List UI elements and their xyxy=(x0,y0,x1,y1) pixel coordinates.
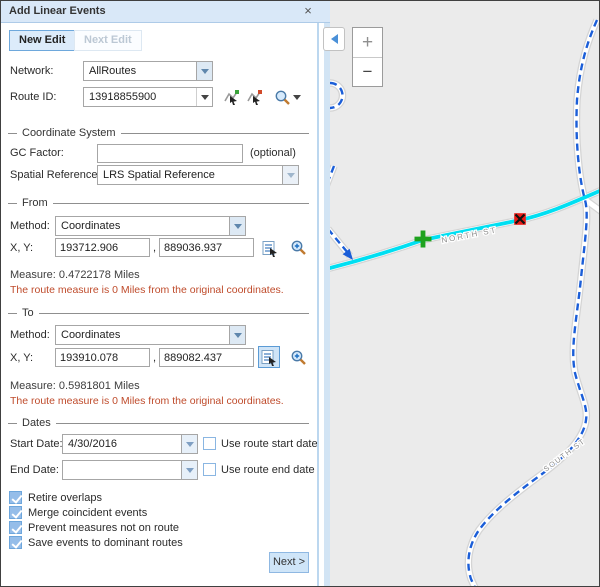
page-title: Add Linear Events xyxy=(9,5,106,17)
panel-splitter[interactable] xyxy=(317,23,330,587)
chevron-left-icon xyxy=(331,34,338,44)
xy-separator: , xyxy=(153,242,156,254)
zoom-out-button[interactable]: − xyxy=(353,57,382,86)
spatial-reference-dropdown[interactable]: LRS Spatial Reference xyxy=(97,165,299,185)
to-select-on-map-icon[interactable] xyxy=(258,346,280,368)
dropdown-arrow-icon xyxy=(282,166,298,184)
dropdown-arrow-icon[interactable] xyxy=(229,326,245,344)
from-xy-label: X, Y: xyxy=(10,242,33,254)
dropdown-arrow-icon[interactable] xyxy=(196,88,212,106)
start-date-label: Start Date: xyxy=(10,438,63,450)
end-date-dropdown[interactable] xyxy=(62,460,198,480)
to-zoom-icon[interactable] xyxy=(290,349,307,369)
save-events-dominant-label: Save events to dominant routes xyxy=(28,537,183,549)
from-method-value: Coordinates xyxy=(56,217,229,235)
retire-overlaps-label: Retire overlaps xyxy=(28,492,102,504)
from-method-dropdown[interactable]: Coordinates xyxy=(55,216,246,236)
to-method-label: Method: xyxy=(10,329,50,341)
start-date-value: 4/30/2016 xyxy=(63,435,181,453)
next-edit-button[interactable]: Next Edit xyxy=(74,30,142,51)
close-icon[interactable]: × xyxy=(301,3,315,19)
dropdown-arrow-icon[interactable] xyxy=(229,217,245,235)
selected-route-highlight xyxy=(330,190,600,269)
pick-route-red-icon[interactable] xyxy=(247,89,263,108)
from-section-header: From xyxy=(8,197,309,209)
map-graphics: NORTH ST SOUTH ST xyxy=(330,0,600,587)
network-label: Network: xyxy=(10,65,53,77)
spatial-reference-value: LRS Spatial Reference xyxy=(98,166,282,184)
map-zoom-control: + − xyxy=(352,27,383,87)
route-id-value: 13918855900 xyxy=(84,88,196,106)
road-surfaces xyxy=(330,20,600,587)
save-events-dominant-checkbox[interactable] xyxy=(9,536,22,549)
map-canvas[interactable]: NORTH ST SOUTH ST + − xyxy=(330,0,600,587)
dashed-route-lines xyxy=(330,20,597,587)
use-route-end-date-label: Use route end date xyxy=(221,464,315,476)
zoom-in-button[interactable]: + xyxy=(353,28,382,57)
use-route-start-date-checkbox[interactable] xyxy=(203,437,216,450)
to-measure-text: Measure: 0.5981801 Miles xyxy=(10,380,140,392)
gc-factor-label: GC Factor: xyxy=(10,147,64,159)
from-x-input[interactable] xyxy=(55,238,150,257)
use-route-start-date-label: Use route start date xyxy=(221,438,318,450)
to-x-input[interactable] xyxy=(55,348,150,367)
from-select-on-map-icon[interactable] xyxy=(259,237,281,259)
dropdown-arrow-icon[interactable] xyxy=(181,435,197,453)
end-date-label: End Date: xyxy=(10,464,59,476)
to-point-marker xyxy=(514,213,526,225)
zoom-options-caret-icon[interactable] xyxy=(293,95,301,100)
coordinate-system-section-header: Coordinate System xyxy=(8,127,309,139)
gc-factor-optional-hint: (optional) xyxy=(250,147,296,159)
panel-titlebar: Add Linear Events × xyxy=(0,0,330,23)
merge-coincident-events-label: Merge coincident events xyxy=(28,507,147,519)
from-measure-text: Measure: 0.4722178 Miles xyxy=(10,269,140,281)
network-value: AllRoutes xyxy=(84,62,196,80)
spatial-reference-label: Spatial Reference: xyxy=(10,169,101,181)
xy-separator: , xyxy=(153,352,156,364)
from-warning-text: The route measure is 0 Miles from the or… xyxy=(10,284,284,296)
dates-section-header: Dates xyxy=(8,417,309,429)
network-dropdown[interactable]: AllRoutes xyxy=(83,61,213,81)
route-id-label: Route ID: xyxy=(10,91,56,103)
to-method-value: Coordinates xyxy=(56,326,229,344)
use-route-end-date-checkbox[interactable] xyxy=(203,463,216,476)
route-id-combobox[interactable]: 13918855900 xyxy=(83,87,213,107)
prevent-measures-checkbox[interactable] xyxy=(9,521,22,534)
to-y-input[interactable] xyxy=(159,348,254,367)
merge-coincident-events-checkbox[interactable] xyxy=(9,506,22,519)
from-zoom-icon[interactable] xyxy=(290,239,307,259)
start-date-dropdown[interactable]: 4/30/2016 xyxy=(62,434,198,454)
from-y-input[interactable] xyxy=(159,238,254,257)
dropdown-arrow-icon[interactable] xyxy=(196,62,212,80)
to-section-header: To xyxy=(8,307,309,319)
next-button[interactable]: Next > xyxy=(269,552,309,573)
add-linear-events-panel: Add Linear Events × New Edit Next Edit N… xyxy=(0,0,317,587)
street-label-south-st: SOUTH ST xyxy=(542,436,587,473)
pick-route-green-icon[interactable] xyxy=(224,89,240,108)
to-warning-text: The route measure is 0 Miles from the or… xyxy=(10,395,284,407)
new-edit-button[interactable]: New Edit xyxy=(9,30,75,51)
to-method-dropdown[interactable]: Coordinates xyxy=(55,325,246,345)
road-casings xyxy=(330,20,600,587)
retire-overlaps-checkbox[interactable] xyxy=(9,491,22,504)
end-date-value xyxy=(63,461,181,479)
from-method-label: Method: xyxy=(10,220,50,232)
prevent-measures-label: Prevent measures not on route xyxy=(28,522,179,534)
to-xy-label: X, Y: xyxy=(10,352,33,364)
dropdown-arrow-icon[interactable] xyxy=(181,461,197,479)
collapse-panel-button[interactable] xyxy=(323,27,345,51)
gc-factor-input[interactable] xyxy=(97,144,243,163)
zoom-to-route-icon[interactable] xyxy=(274,89,291,109)
